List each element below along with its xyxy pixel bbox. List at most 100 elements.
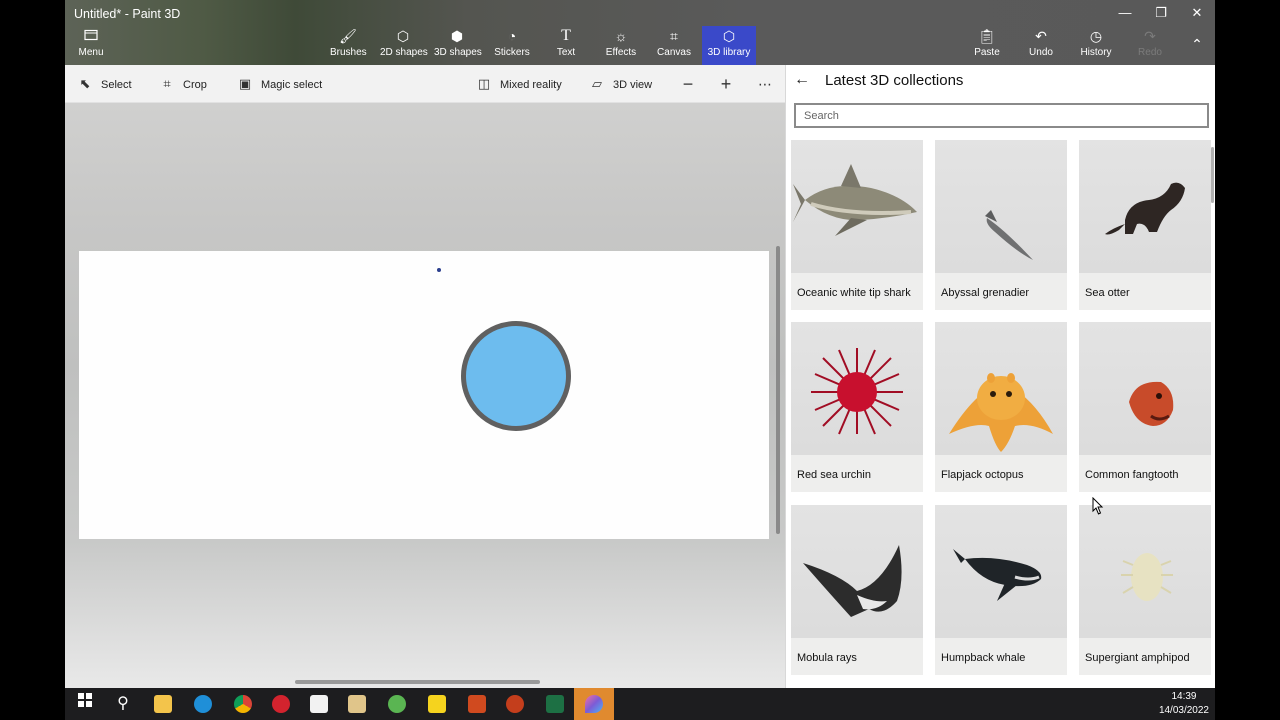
store-icon[interactable] (299, 688, 339, 720)
undo-button[interactable]: ↶ Undo (1027, 26, 1055, 65)
undo-label: Undo (1029, 47, 1053, 58)
sticky-notes-icon[interactable] (417, 688, 457, 720)
search-input[interactable] (794, 103, 1209, 128)
chrome-icon[interactable] (223, 688, 263, 720)
tab-stickers[interactable]: ◔ Stickers (493, 26, 531, 65)
panel-scrollbar[interactable] (1211, 147, 1214, 203)
octopus-image (935, 322, 1067, 455)
model-label: Red sea urchin (797, 469, 871, 481)
search-icon[interactable]: ⚲ (103, 688, 143, 720)
chevron-up-icon: ⌃ (1191, 36, 1203, 52)
tab-brushes[interactable]: 🖌︎ Brushes (330, 26, 367, 65)
tab-2d-shapes-label: 2D shapes (380, 47, 428, 58)
model-tile-amphipod[interactable]: Supergiant amphipod (1079, 505, 1211, 675)
select-tool[interactable]: ⬉ Select (77, 65, 132, 103)
tab-2d-shapes[interactable]: ⬡ 2D shapes (380, 26, 428, 65)
library-icon: ⬡ (722, 28, 736, 44)
text-icon: T (561, 27, 571, 44)
model-label: Abyssal grenadier (941, 287, 1030, 299)
cube-icon: ⬢ (450, 28, 464, 44)
shapes-2d-icon: ⬡ (396, 28, 410, 44)
crop-label: Crop (183, 79, 207, 91)
panel-title: Latest 3D collections (825, 72, 964, 89)
office-icon[interactable] (457, 688, 497, 720)
canvas-icon: ⌗ (670, 28, 678, 44)
tab-stickers-label: Stickers (494, 47, 530, 58)
title-ribbon-bar: Untitled* - Paint 3D — ❐ ✕ Menu 🖌︎ Brush… (65, 0, 1215, 65)
cursor-icon: ⬉ (79, 76, 91, 91)
back-arrow-icon[interactable]: ← (794, 69, 816, 91)
model-tile-humpback[interactable]: Humpback whale (935, 505, 1067, 675)
chat-icon[interactable] (377, 688, 417, 720)
vertical-scrollbar[interactable] (776, 246, 780, 534)
more-options-button[interactable]: ⋯ (754, 73, 776, 95)
model-tile-sea-otter[interactable]: Sea otter (1079, 140, 1211, 310)
paint3d-window: Untitled* - Paint 3D — ❐ ✕ Menu 🖌︎ Brush… (65, 0, 1215, 688)
zoom-in-button[interactable]: + (715, 73, 737, 95)
history-button[interactable]: ◷ History (1079, 26, 1113, 65)
model-tile-urchin[interactable]: Red sea urchin (791, 322, 923, 492)
undo-icon: ↶ (1035, 28, 1047, 44)
tab-text-label: Text (556, 47, 576, 58)
fangtooth-image (1079, 322, 1211, 455)
tab-brushes-label: Brushes (330, 47, 367, 58)
tab-3d-library[interactable]: ⬡ 3D library (702, 26, 756, 65)
paint3d-icon[interactable] (574, 688, 614, 720)
sun-icon: ☼ (614, 28, 628, 44)
grenadier-image (935, 140, 1067, 273)
horizontal-scrollbar[interactable] (295, 680, 540, 684)
tab-3d-shapes[interactable]: ⬢ 3D shapes (434, 26, 482, 65)
model-tile-octopus[interactable]: Flapjack octopus (935, 322, 1067, 492)
magic-select-tool[interactable]: ▣ Magic select (237, 65, 322, 103)
opera-icon[interactable] (261, 688, 301, 720)
media-player-icon[interactable] (337, 688, 377, 720)
close-button[interactable]: ✕ (1179, 4, 1215, 24)
minimize-button[interactable]: — (1107, 4, 1143, 24)
tab-text[interactable]: T Text (553, 26, 579, 65)
excel-icon[interactable] (535, 688, 575, 720)
mobula-image (791, 505, 923, 638)
maximize-button[interactable]: ❐ (1143, 4, 1179, 24)
3d-view-icon: ▱ (592, 76, 602, 91)
mixed-reality-button[interactable]: ◫ Mixed reality (476, 65, 562, 103)
magic-select-icon: ▣ (238, 76, 252, 91)
tab-effects[interactable]: ☼ Effects (603, 26, 639, 65)
windows-start-icon[interactable] (65, 688, 105, 720)
crop-tool[interactable]: ⌗ Crop (159, 65, 207, 103)
mixed-reality-icon: ◫ (477, 76, 491, 91)
system-clock[interactable]: 14:39 14/03/2022 (1159, 690, 1209, 718)
brush-icon: 🖌︎ (339, 28, 357, 44)
powerpoint-icon[interactable] (495, 688, 535, 720)
clipboard-icon: 📋︎ (978, 28, 996, 44)
tab-3d-library-label: 3D library (707, 47, 751, 58)
tool-bar: ⬉ Select ⌗ Crop ▣ Magic select ◫ Mixed reali… (65, 65, 785, 103)
model-label: Flapjack octopus (941, 469, 1024, 481)
crop-icon: ⌗ (163, 76, 171, 91)
menu-button[interactable]: Menu (71, 26, 111, 65)
paste-button[interactable]: 📋︎ Paste (971, 26, 1003, 65)
3d-view-button[interactable]: ▱ 3D view (589, 65, 652, 103)
model-tile-mobula[interactable]: Mobula rays (791, 505, 923, 675)
clock-date: 14/03/2022 (1158, 705, 1209, 716)
mixed-reality-label: Mixed reality (500, 79, 562, 91)
sea-otter-image (1079, 140, 1211, 273)
redo-button[interactable]: ↷ Redo (1137, 26, 1163, 65)
model-tile-grenadier[interactable]: Abyssal grenadier (935, 140, 1067, 310)
drawing-canvas[interactable] (79, 251, 769, 539)
clock-time: 14:39 (1171, 691, 1197, 702)
file-explorer-icon[interactable] (143, 688, 183, 720)
urchin-image (791, 322, 923, 455)
blue-circle-shape[interactable] (461, 321, 571, 431)
model-label: Sea otter (1085, 287, 1130, 299)
history-icon: ◷ (1089, 28, 1103, 44)
collapse-ribbon-button[interactable]: ⌃ (1185, 26, 1209, 65)
magic-select-label: Magic select (261, 79, 323, 91)
zoom-out-button[interactable]: − (677, 73, 699, 95)
edge-icon[interactable] (183, 688, 223, 720)
model-label: Supergiant amphipod (1085, 652, 1190, 664)
select-label: Select (101, 79, 132, 91)
amphipod-image (1079, 505, 1211, 638)
model-tile-shark[interactable]: Oceanic white tip shark (791, 140, 923, 310)
model-tile-fangtooth[interactable]: Common fangtooth (1079, 322, 1211, 492)
tab-canvas[interactable]: ⌗ Canvas (656, 26, 692, 65)
